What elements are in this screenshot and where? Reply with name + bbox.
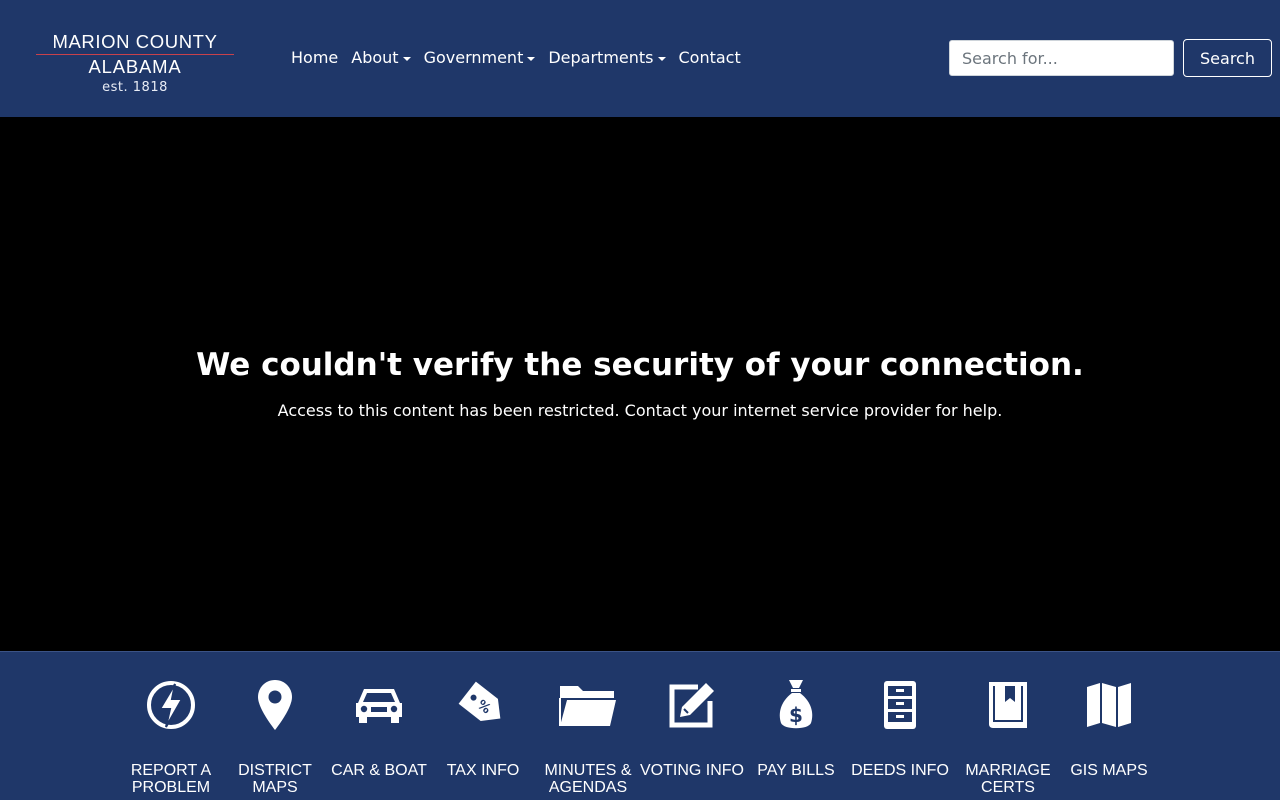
quick-link-label: REPORT A PROBLEM — [130, 762, 212, 796]
book-icon — [956, 678, 1060, 732]
logo-divider — [36, 54, 234, 55]
quick-link-label: PAY BILLS — [757, 762, 835, 779]
quick-link-label: CAR & BOAT — [331, 762, 427, 779]
caret-down-icon — [402, 57, 411, 61]
file-cabinet-icon — [848, 678, 952, 732]
quick-link-label: VOTING INFO — [640, 762, 744, 779]
car-icon — [327, 678, 431, 732]
logo-line-2: ALABAMA — [88, 56, 182, 77]
site-logo[interactable]: MARION COUNTY ALABAMA est. 1818 — [36, 32, 234, 97]
quick-link-label: DEEDS INFO — [851, 762, 949, 779]
money-bag-icon: $ — [744, 678, 848, 732]
edit-icon — [640, 678, 744, 732]
map-pin-icon — [223, 678, 327, 732]
nav-about-label: About — [351, 48, 399, 67]
main-content: We couldn't verify the security of your … — [0, 117, 1280, 651]
quick-link-label: MARRIAGE CERTS — [965, 762, 1051, 796]
nav-home-label: Home — [291, 48, 339, 67]
nav-home[interactable]: Home — [291, 48, 338, 68]
logo-line-3: est. 1818 — [102, 80, 168, 95]
nav-contact[interactable]: Contact — [679, 48, 741, 68]
nav-contact-label: Contact — [678, 48, 741, 67]
nav-government[interactable]: Government — [424, 48, 536, 68]
quick-link-label: GIS MAPS — [1070, 762, 1148, 779]
caret-down-icon — [657, 57, 666, 61]
nav-departments[interactable]: Departments — [548, 48, 666, 68]
logo-line-1: MARION COUNTY — [52, 31, 218, 52]
quick-link-label: DISTRICT MAPS — [238, 762, 312, 796]
lightning-icon — [119, 678, 223, 732]
quick-link-label: TAX INFO — [446, 762, 520, 779]
quick-link-label: MINUTES & AGENDAS — [544, 762, 632, 796]
search-button[interactable]: Search — [1183, 39, 1272, 77]
error-heading: We couldn't verify the security of your … — [196, 347, 1084, 383]
folder-icon — [536, 678, 640, 732]
nav-about[interactable]: About — [351, 48, 411, 68]
site-header: MARION COUNTY ALABAMA est. 1818 Home Abo… — [0, 0, 1280, 117]
search-input[interactable] — [949, 40, 1174, 76]
error-message: Access to this content has been restrict… — [277, 401, 1003, 420]
map-icon — [1057, 678, 1161, 732]
svg-text:$: $ — [789, 703, 803, 727]
nav-departments-label: Departments — [548, 48, 654, 67]
quick-links-bar: REPORT A PROBLEM DISTRICT MAPS CAR & BOA… — [0, 651, 1280, 800]
nav-government-label: Government — [423, 48, 524, 67]
price-tag-icon: % — [431, 678, 535, 732]
caret-down-icon — [527, 57, 536, 61]
main-nav: Home About Government Departments Contac… — [291, 48, 754, 68]
